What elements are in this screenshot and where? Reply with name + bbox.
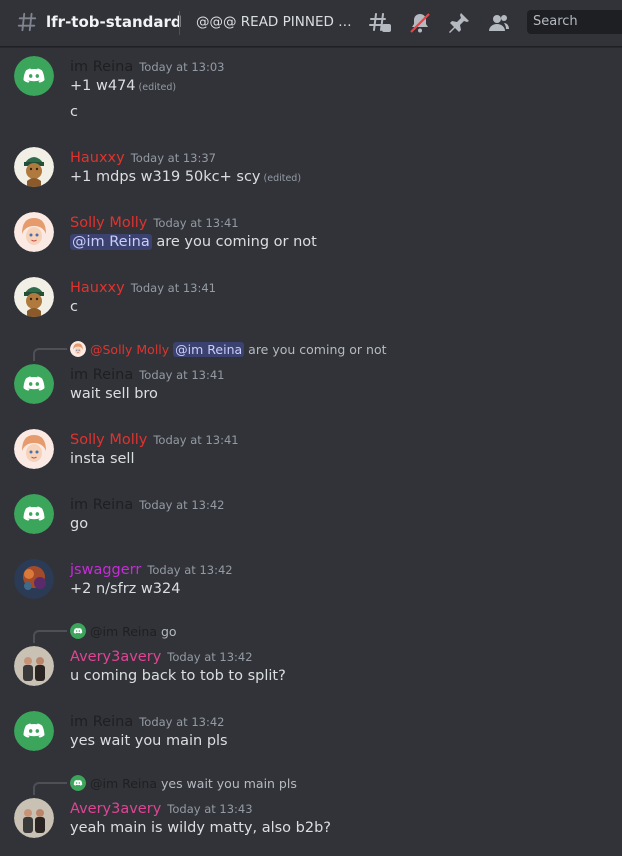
text-channel-icon (17, 12, 37, 32)
message-text: u coming back to tob to split? (70, 668, 286, 684)
timestamp: Today at 13:42 (147, 563, 233, 577)
message-item[interactable]: @Solly Molly @im Reina are you coming or… (0, 340, 622, 410)
header-divider (179, 11, 180, 35)
reply-text: are you coming or not (248, 342, 387, 357)
username[interactable]: im Reina (70, 714, 133, 730)
user-mention[interactable]: @im Reina (70, 234, 152, 250)
message-text: yes wait you main pls (70, 733, 228, 749)
timestamp: Today at 13:37 (130, 151, 217, 165)
timestamp: Today at 13:42 (167, 650, 253, 664)
username[interactable]: im Reina (70, 497, 133, 513)
username[interactable]: Avery3avery (70, 649, 161, 665)
avatar[interactable] (14, 429, 54, 469)
username[interactable]: Solly Molly (70, 432, 147, 448)
username[interactable]: Hauxxy (70, 280, 125, 296)
avatar[interactable] (14, 147, 54, 187)
avatar[interactable] (14, 711, 54, 751)
message-item[interactable]: @im Reina go Avery3avery Today at 13:42 u… (0, 622, 622, 692)
reply-avatar (70, 341, 86, 357)
message-text: wait sell bro (70, 386, 158, 402)
message-text: are you coming or not (156, 234, 317, 250)
message-item[interactable]: @im Reina yes wait you main pls Avery3av… (0, 774, 622, 844)
reply-preview[interactable]: @im Reina yes wait you main pls (70, 775, 297, 791)
username[interactable]: Hauxxy (70, 150, 125, 166)
timestamp: Today at 13:43 (167, 802, 253, 816)
message-item[interactable]: Hauxxy Today at 13:41 c (0, 277, 622, 323)
timestamp: Today at 13:41 (130, 281, 217, 295)
message-item[interactable]: jswaggerr Today at 13:42 +2 n/sfrz w324 (0, 559, 622, 605)
avatar[interactable] (14, 494, 54, 534)
search-input[interactable]: Search (527, 10, 622, 34)
reply-avatar (70, 775, 86, 791)
avatar[interactable] (14, 798, 54, 838)
avatar[interactable] (14, 646, 54, 686)
threads-icon[interactable] (368, 11, 392, 35)
message-text: go (70, 516, 89, 532)
reply-connector (33, 630, 67, 643)
timestamp: Today at 13:42 (139, 498, 225, 512)
username[interactable]: im Reina (70, 367, 133, 383)
reply-author[interactable]: @Solly Molly (90, 342, 169, 357)
message-text: +2 n/sfrz w324 (70, 581, 181, 597)
reply-text: go (160, 624, 177, 639)
reply-preview[interactable]: @im Reina go (70, 623, 177, 639)
timestamp: Today at 13:42 (139, 715, 225, 729)
message-text: +1 mdps w319 50kc+ scy (70, 169, 261, 185)
avatar[interactable] (14, 56, 54, 96)
reply-author[interactable]: @im Reina (90, 776, 157, 791)
timestamp: Today at 13:41 (153, 216, 239, 230)
reply-author[interactable]: @im Reina (90, 624, 157, 639)
reply-connector (33, 782, 67, 795)
member-list-icon[interactable] (487, 11, 511, 35)
message-item[interactable]: Hauxxy Today at 13:37 +1 mdps w319 50kc+ … (0, 147, 622, 193)
message-text: c (70, 104, 78, 120)
channel-topic[interactable]: @@@ READ PINNED ME... (196, 14, 356, 30)
pin-icon[interactable] (447, 11, 471, 35)
message-item[interactable]: im Reina Today at 13:03 +1 w474 (edited) c (0, 56, 622, 126)
edited-label: (edited) (138, 82, 177, 93)
avatar[interactable] (14, 277, 54, 317)
message-item[interactable]: Solly Molly Today at 13:41 @im Reina are … (0, 212, 622, 258)
avatar[interactable] (14, 364, 54, 404)
message-item[interactable]: Solly Molly Today at 13:41 insta sell (0, 429, 622, 475)
reply-text: yes wait you main pls (160, 776, 297, 791)
avatar[interactable] (14, 212, 54, 252)
mute-bell-icon[interactable] (408, 11, 432, 35)
edited-label: (edited) (263, 173, 302, 184)
message-text: +1 w474 (70, 78, 136, 94)
user-mention[interactable]: @im Reina (173, 342, 245, 357)
reply-avatar (70, 623, 86, 639)
reply-connector (33, 348, 67, 361)
avatar[interactable] (14, 559, 54, 599)
username[interactable]: Solly Molly (70, 215, 147, 231)
message-item[interactable]: im Reina Today at 13:42 go (0, 494, 622, 540)
username[interactable]: im Reina (70, 59, 133, 75)
username[interactable]: Avery3avery (70, 801, 161, 817)
reply-preview[interactable]: @Solly Molly @im Reina are you coming or… (70, 341, 387, 357)
message-text: insta sell (70, 451, 135, 467)
timestamp: Today at 13:03 (139, 60, 225, 74)
channel-name: lfr-tob-standard (46, 13, 182, 31)
username[interactable]: jswaggerr (70, 562, 141, 578)
message-text: c (70, 299, 78, 315)
channel-header: lfr-tob-standard @@@ READ PINNED ME... S… (0, 0, 622, 47)
timestamp: Today at 13:41 (139, 368, 225, 382)
message-text: yeah main is wildy matty, also b2b? (70, 820, 331, 836)
message-item[interactable]: im Reina Today at 13:42 yes wait you main… (0, 711, 622, 757)
timestamp: Today at 13:41 (153, 433, 239, 447)
